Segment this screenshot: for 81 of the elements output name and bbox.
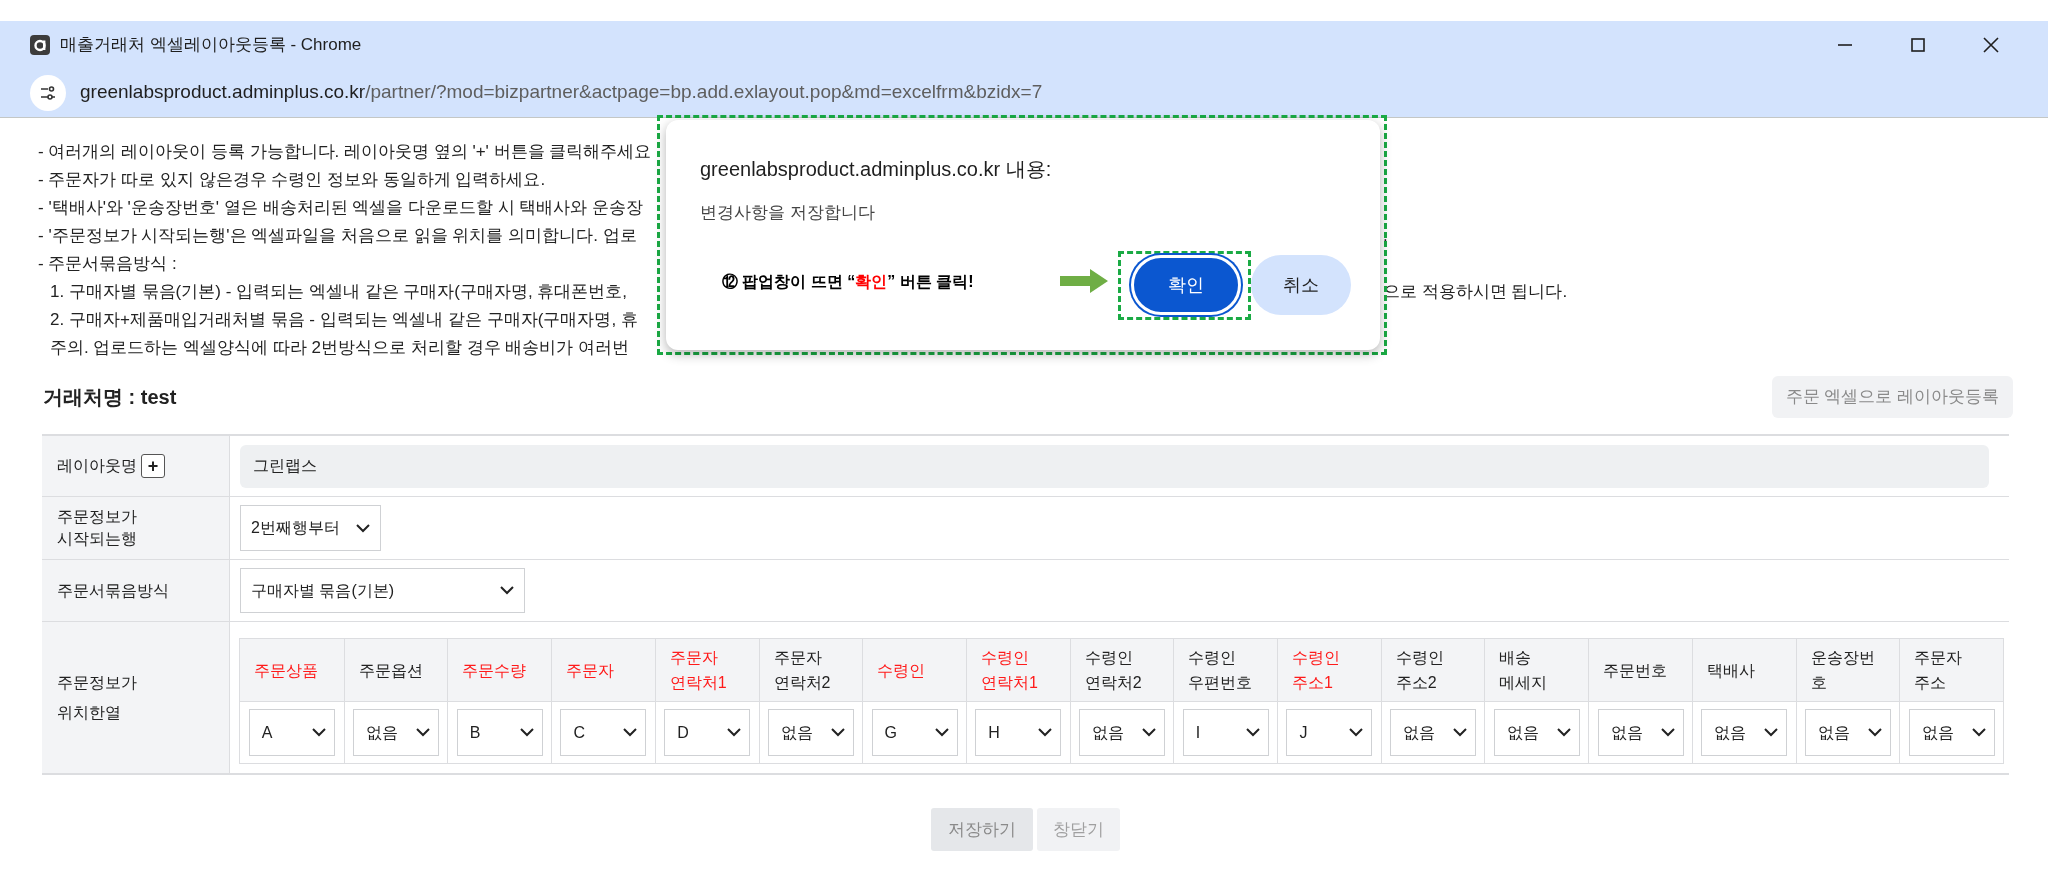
column-header: 수령인 [877, 660, 926, 681]
arrow-icon [1060, 269, 1108, 293]
chevron-down-icon [727, 728, 742, 737]
chevron-down-icon [1971, 728, 1986, 737]
chevron-down-icon [1142, 728, 1156, 737]
column-header: 수령인 우편번호 [1188, 648, 1253, 693]
instruction-text: 2. 구매자+제품매입거래처별 묶음 - 입력되는 엑셀내 같은 구매자(구매자명, 휴 [50, 310, 638, 329]
column-header: 주문자 [566, 660, 615, 681]
column-header: 주문번호 [1603, 660, 1668, 681]
grouping-select[interactable]: 구매자별 묶음(기본) [240, 568, 525, 613]
column-select[interactable]: 없음 [353, 709, 440, 756]
instruction-text: - 주문서묶음방식 : [38, 254, 177, 273]
column-select[interactable]: D [664, 709, 751, 756]
add-layout-button[interactable]: + [141, 454, 165, 478]
dialog-title: greenlabsproduct.adminplus.co.kr 내용: [700, 157, 1052, 182]
chevron-down-icon [519, 728, 534, 737]
column-select[interactable]: 없음 [1908, 709, 1995, 756]
instruction-text: . [1383, 225, 1388, 247]
site-info-icon[interactable] [30, 74, 66, 111]
instruction-text: 1. 구매자별 묶음(기본) - 입력되는 엑셀내 같은 구매자(구매자명, 휴대폰번호, [50, 282, 628, 301]
app-logo-icon [30, 34, 50, 55]
field-label: 주문정보가 위치한열 [57, 672, 137, 723]
column-select[interactable]: C [560, 709, 647, 756]
column-header: 운송장번 호 [1810, 648, 1875, 693]
column-header: 택배사 [1706, 660, 1755, 681]
column-select[interactable]: B [456, 709, 543, 756]
column-header: 수령인 주소1 [1292, 648, 1341, 693]
chevron-down-icon [500, 586, 514, 595]
column-header: 수령인 주소2 [1395, 648, 1444, 693]
chevron-down-icon [356, 523, 370, 533]
column-header: 주문옵션 [358, 660, 423, 681]
close-icon[interactable] [1981, 34, 2001, 55]
column-select[interactable]: J [1286, 709, 1373, 756]
instruction-text: - 주문자가 따로 있지 않은경우 수령인 정보와 동일하게 입력하세요. [38, 170, 546, 189]
column-select[interactable]: 없음 [1390, 709, 1477, 756]
chevron-down-icon [934, 728, 949, 737]
chevron-down-icon [1245, 728, 1260, 737]
instruction-text: - '택배사'와 '운송장번호' 열은 배송처리된 엑셀을 다운로드할 시 택배사와 운송장 [38, 198, 644, 217]
column-header: 배송 메세지 [1499, 648, 1548, 693]
column-select[interactable]: 없음 [1804, 709, 1891, 756]
column-select[interactable]: 없음 [1493, 709, 1580, 756]
start-row-select[interactable]: 2번째행부터 [240, 505, 381, 551]
chevron-down-icon [1556, 728, 1571, 737]
chevron-down-icon [416, 728, 431, 737]
field-label: 레이아웃명 [57, 456, 137, 476]
column-header: 수령인 연락처1 [980, 648, 1038, 693]
column-select[interactable]: A [248, 709, 335, 756]
chevron-down-icon [1660, 728, 1675, 737]
column-select[interactable]: 없음 [1701, 709, 1788, 756]
instruction-text: - 여러개의 레이아웃이 등록 가능합니다. 레이아웃명 옆의 '+' 버튼을 클릭해주세요 [38, 142, 652, 161]
column-select[interactable]: 없음 [767, 709, 854, 756]
field-label: 주문정보가 시작되는행 [57, 507, 137, 549]
window-title: 매출거래처 엑셀레이아웃등록 - Chrome [60, 33, 362, 56]
column-header: 주문자 주소 [1914, 648, 1963, 693]
column-select[interactable]: 없음 [1597, 709, 1684, 756]
chevron-down-icon [1038, 728, 1053, 737]
column-select[interactable]: I [1182, 709, 1269, 756]
chevron-down-icon [1349, 728, 1364, 737]
partner-title: 거래처명 : test [43, 385, 177, 410]
chevron-down-icon [1764, 728, 1779, 737]
ok-button[interactable]: 확인 [1131, 255, 1241, 315]
annotation-text: ⑫ 팝업창이 뜨면 “확인” 버튼 클릭! [722, 272, 974, 292]
dialog-message: 변경사항을 저장합니다 [700, 202, 875, 224]
column-header: 주문수량 [462, 660, 527, 681]
column-header: 주문상품 [254, 660, 318, 681]
chevron-down-icon [623, 728, 638, 737]
column-header: 주문자 연락처1 [669, 648, 727, 693]
layout-name-field[interactable]: 그린랩스 [240, 444, 1989, 488]
chevron-down-icon [830, 728, 845, 737]
column-header: 주문자 연락처2 [773, 648, 831, 693]
column-select[interactable]: 없음 [1079, 709, 1165, 756]
instruction-text: 주의. 업로드하는 엑셀양식에 따라 2번방식으로 처리할 경우 배송비가 여러번 [50, 338, 629, 357]
chevron-down-icon [1453, 728, 1468, 737]
column-header: 수령인 연락처2 [1084, 648, 1142, 693]
column-select[interactable]: H [975, 709, 1062, 756]
chevron-down-icon [311, 728, 326, 737]
instruction-text: - '주문정보가 시작되는행'은 엑셀파일을 처음으로 읽을 위치를 의미합니다. 업로 [38, 226, 637, 245]
field-label: 주문서묶음방식 [57, 580, 169, 601]
chevron-down-icon [1867, 728, 1882, 737]
column-select[interactable]: G [871, 709, 958, 756]
cancel-button[interactable]: 취소 [1251, 255, 1351, 315]
